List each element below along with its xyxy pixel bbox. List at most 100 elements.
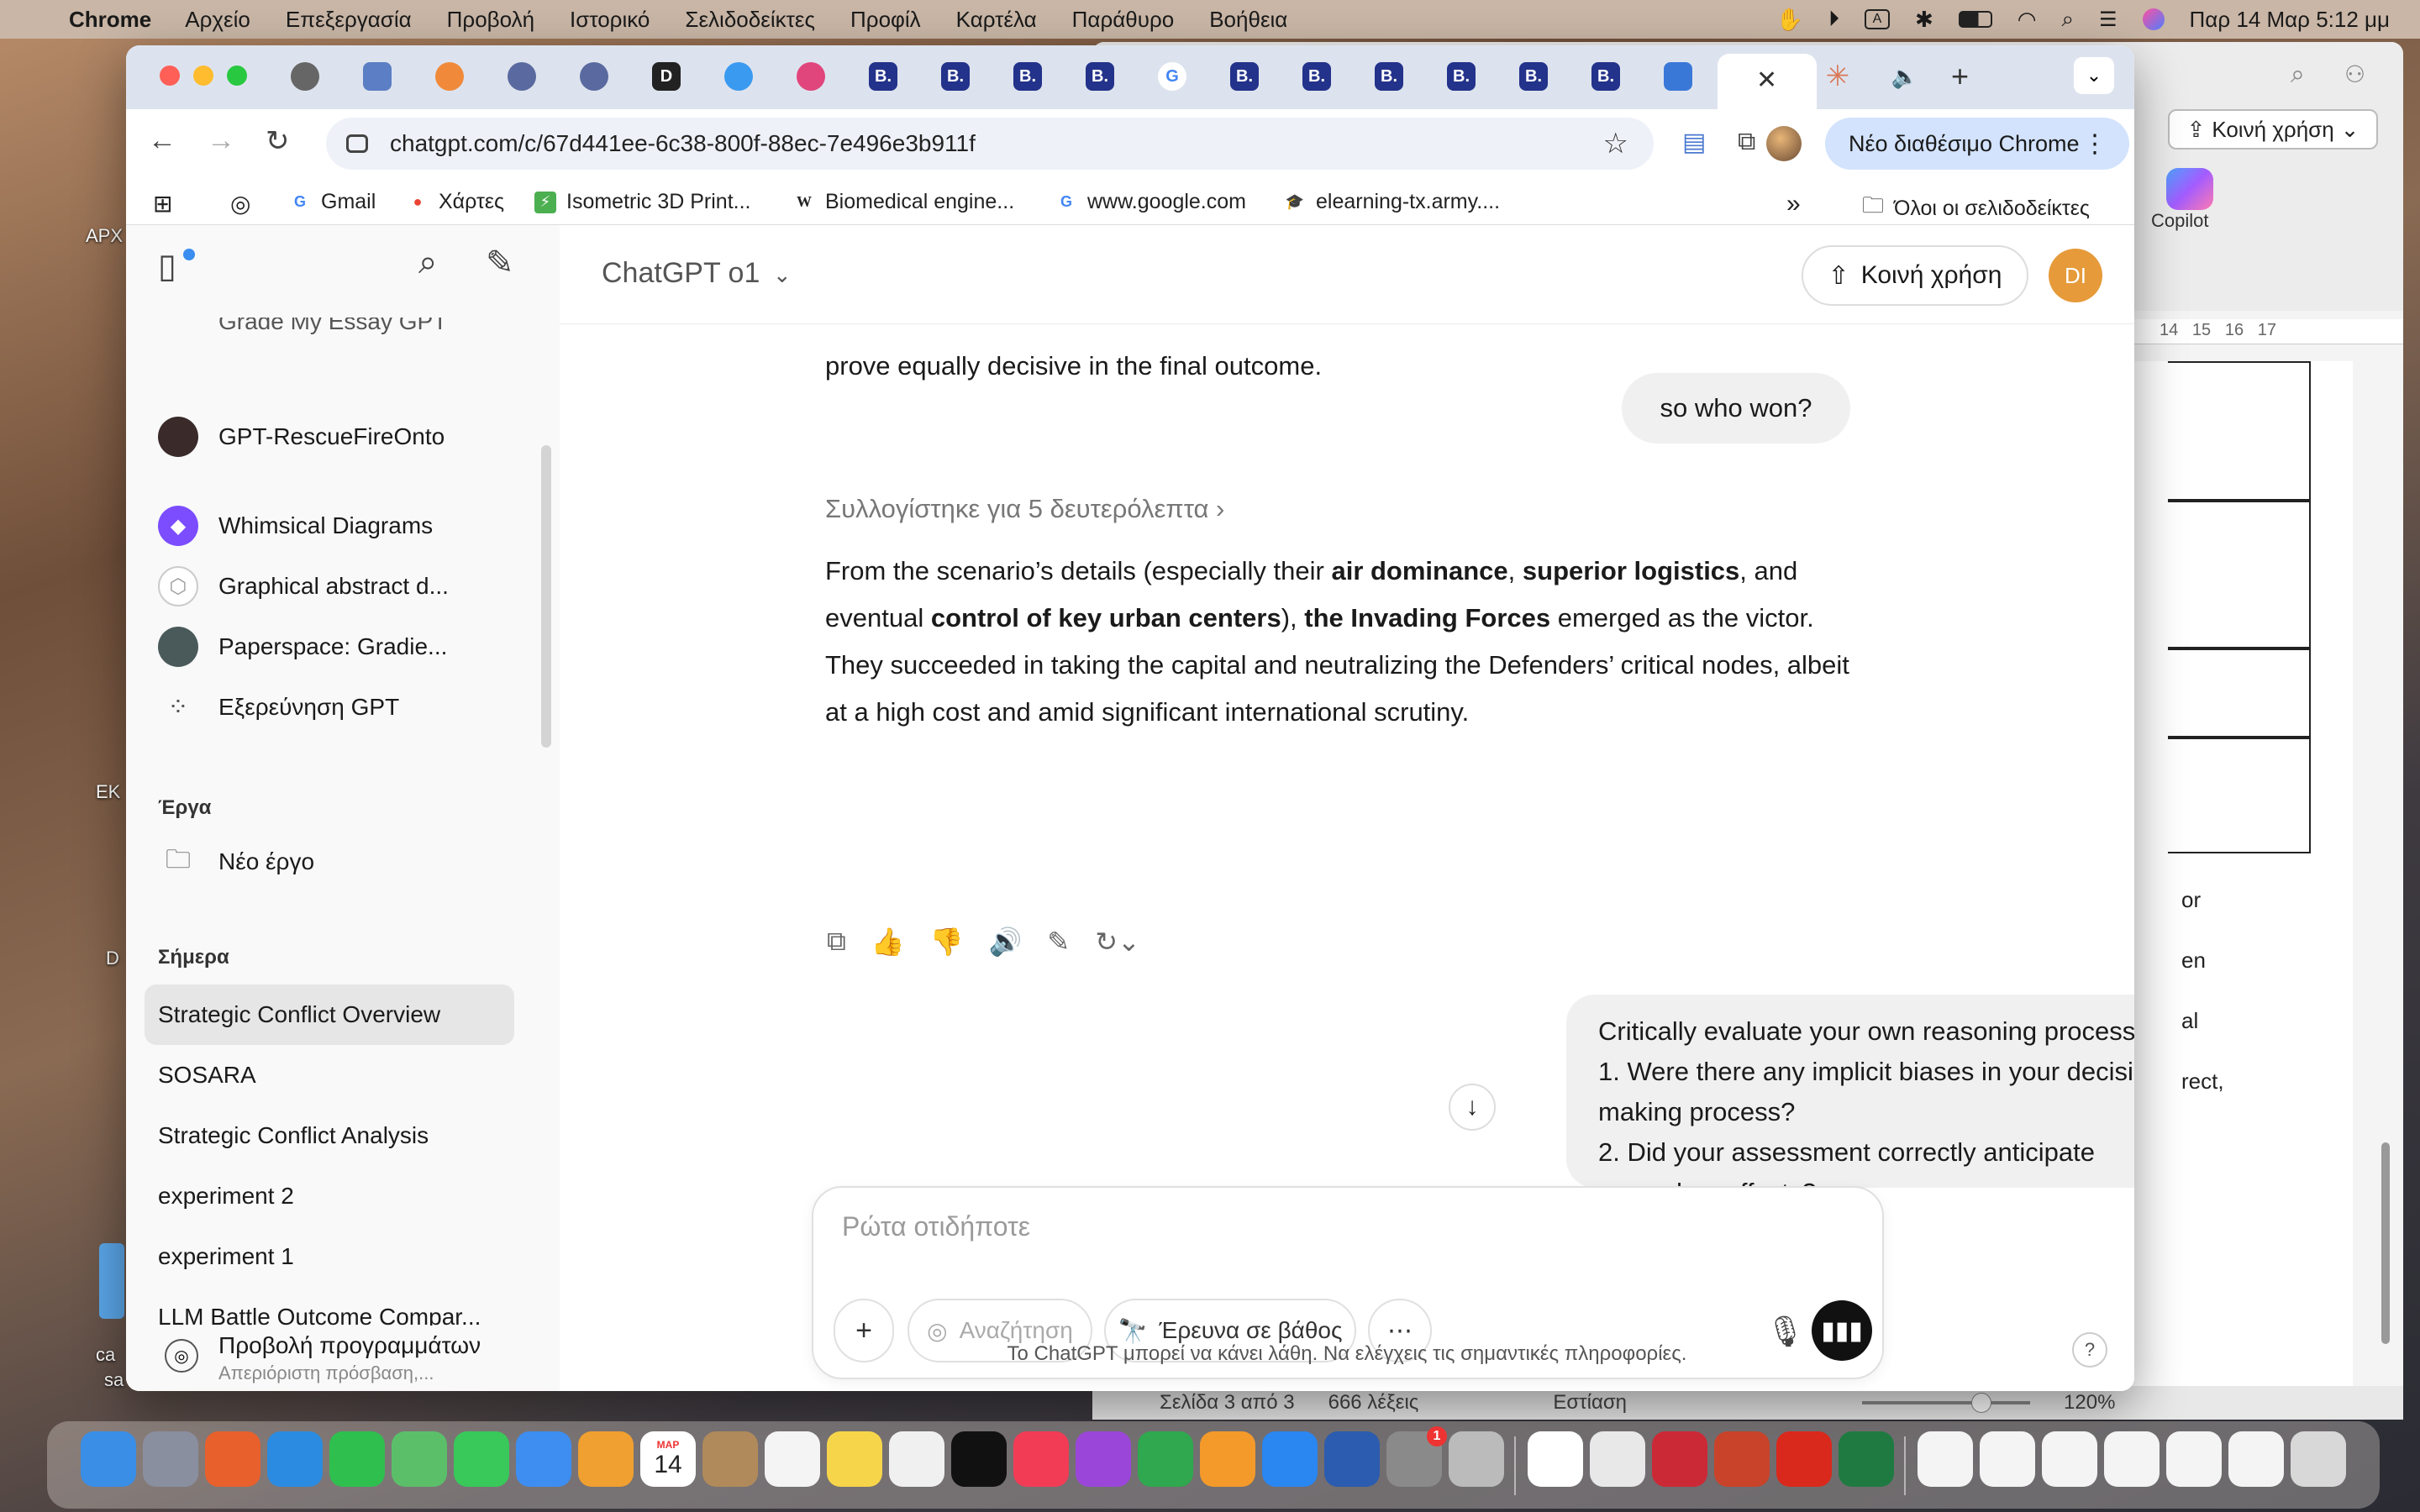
desktop-folder-icon[interactable] [99,1243,124,1319]
desktop-label[interactable]: ca [96,1344,115,1366]
reload-icon[interactable]: ↻ [266,124,290,158]
hand-icon[interactable]: ✋ [1776,7,1803,33]
dock-contacts-icon[interactable] [702,1431,758,1487]
sidebar-toggle-icon[interactable]: ▯ [158,247,176,286]
dock-freeform-icon[interactable] [889,1431,944,1487]
user-avatar[interactable]: DI [2049,249,2102,302]
dock-safari-icon[interactable] [267,1431,323,1487]
desktop-label[interactable]: D [106,948,119,969]
globe-icon[interactable]: ◎ [230,190,250,218]
sidebar-explore-gpts[interactable]: ⁘ Εξερεύνηση GPT [158,687,399,727]
new-tab-button[interactable]: + [1951,59,1969,94]
tab-chrome-icon[interactable] [291,62,319,91]
address-bar[interactable]: chatgpt.com/c/67d441ee-6c38-800f-88ec-7e… [326,118,1654,170]
bookmark-elearning[interactable]: 🎓 elearning-tx.army.... [1284,190,1500,214]
menu-history[interactable]: Ιστορικό [570,7,650,33]
dock-calendar-icon[interactable]: ΜΑΡ 14 [640,1431,696,1487]
sidebar-gpt-item[interactable]: Grade My Essay GPT [218,318,447,339]
tab-b-icon[interactable]: B. [1519,62,1548,91]
more-vertical-icon[interactable]: ⋮ [2082,129,2107,159]
scroll-to-bottom-button[interactable]: ↓ [1449,1084,1496,1131]
dock-music-icon[interactable] [1013,1431,1069,1487]
zoom-slider-thumb[interactable] [1971,1393,1992,1413]
dock-firefox-icon[interactable] [205,1431,260,1487]
new-project-button[interactable]: 🗀 Νέο έργο [158,842,314,882]
tab-claude-icon[interactable]: ✳ [1823,60,1852,92]
tab-asana-icon[interactable] [435,62,464,91]
desktop-label[interactable]: ΑΡΧ [86,225,123,247]
menu-help[interactable]: Βοήθεια [1209,7,1287,33]
menu-clock[interactable]: Παρ 14 Μαρ 5:12 μμ [2190,7,2390,33]
bluetooth-icon[interactable]: ✱ [1915,7,1933,33]
extensions-icon[interactable]: ⧉ [1738,128,1755,156]
sidebar-scrollbar[interactable] [541,445,551,748]
bookmark-biomedical[interactable]: W Biomedical engine... [793,190,1014,214]
desktop-label[interactable]: ΕΚ [96,781,120,803]
dock-pages-icon[interactable] [1200,1431,1255,1487]
more-bookmarks-icon[interactable]: » [1786,190,1801,218]
sidebar-gpt-item[interactable]: ⬡ Graphical abstract d... [158,566,449,606]
tab-b-icon[interactable]: B. [1230,62,1259,91]
bookmark-maps[interactable]: ● Χάρτες [407,190,505,214]
reasoning-summary-toggle[interactable]: Συλλογίστηκε για 5 δευτερόλεπτα › [825,494,1224,524]
minimize-window-button[interactable] [193,66,213,86]
spotlight-search-icon[interactable]: ⌕ [2061,6,2074,33]
sidebar-chat-item[interactable]: experiment 2 [158,1183,294,1210]
word-share-button[interactable]: ⇪ Κοινή χρήση ⌄ [2168,109,2378,150]
battery-icon[interactable] [1958,11,1992,28]
dock-recent-document-icon[interactable] [2042,1431,2097,1487]
dock-recent-document-icon[interactable] [1980,1431,2035,1487]
word-page-count[interactable]: Σελίδα 3 από 3 [1160,1391,1295,1415]
dock-maps-icon[interactable] [392,1431,447,1487]
play-icon[interactable]: ⏵ [1828,6,1839,33]
thumbs-down-icon[interactable]: 👎 [930,926,964,958]
back-icon[interactable]: ← [148,124,176,157]
dock-mail-icon[interactable] [516,1431,571,1487]
control-center-icon[interactable]: ☰ [2099,8,2118,32]
desktop-label[interactable]: sa [104,1369,124,1391]
zoom-slider[interactable] [1862,1393,2031,1413]
dock-recent-document-icon[interactable] [2104,1431,2160,1487]
all-bookmarks-folder[interactable]: 🗀 Όλοι οι σελιδοδείκτες [1862,190,2090,227]
dock-trash-icon[interactable] [2291,1431,2346,1487]
dock-messages-icon[interactable] [454,1431,509,1487]
tab-active[interactable]: ✕ [1718,54,1817,109]
bookmark-gmail[interactable]: G Gmail [289,190,376,214]
zoom-window-button[interactable] [227,66,247,86]
share-button[interactable]: ⇧ Κοινή χρήση [1802,245,2028,306]
upgrade-plans-button[interactable]: ◎ Προβολή προγραμμάτων Απεριόριστη πρόσβ… [126,1326,560,1391]
tab-planet-icon[interactable] [580,62,608,91]
tab-b-icon[interactable]: B. [1086,62,1114,91]
siri-icon[interactable] [2142,8,2165,30]
word-focus[interactable]: Εστίαση [1553,1391,1627,1415]
word-vertical-scrollbar[interactable] [2381,1142,2390,1344]
menu-view[interactable]: Προβολή [447,7,534,33]
menu-bookmarks[interactable]: Σελιδοδείκτες [685,7,815,33]
help-button[interactable]: ? [2072,1332,2107,1368]
sidebar-chat-item[interactable]: Strategic Conflict Analysis [158,1122,429,1149]
model-selector[interactable]: ChatGPT o1 ⌄ [602,257,792,290]
close-tab-icon[interactable]: ✕ [1756,66,1777,95]
tab-plane-icon[interactable] [724,62,753,91]
dock-zotero-icon[interactable] [1652,1431,1707,1487]
tab-document-icon[interactable] [363,62,392,91]
url-text[interactable]: chatgpt.com/c/67d441ee-6c38-800f-88ec-7e… [390,130,976,157]
dock-appstore-icon[interactable] [1262,1431,1318,1487]
sidebar-gpt-item[interactable]: ◆ Whimsical Diagrams [158,506,433,546]
dock-recent-document-icon[interactable] [2166,1431,2222,1487]
tab-b-icon[interactable]: B. [1591,62,1620,91]
sidebar-chat-item[interactable]: experiment 1 [158,1243,294,1270]
new-chat-icon[interactable]: ✎ [486,244,514,282]
regenerate-icon[interactable]: ↻⌄ [1095,926,1140,958]
close-window-button[interactable] [160,66,180,86]
read-aloud-icon[interactable]: 🔊 [989,926,1023,958]
tab-google-icon[interactable]: G [1158,62,1186,91]
menu-tab[interactable]: Καρτέλα [956,7,1037,33]
search-icon[interactable]: ⌕ [418,244,437,281]
thumbs-up-icon[interactable]: 👍 [871,926,905,958]
copilot-icon[interactable] [2166,168,2213,210]
tab-d-icon[interactable]: D [652,62,681,91]
tab-b-icon[interactable]: B. [1375,62,1403,91]
bookmark-isometric[interactable]: ⚡ Isometric 3D Print... [534,190,751,214]
bookmark-google[interactable]: G www.google.com [1055,190,1246,214]
